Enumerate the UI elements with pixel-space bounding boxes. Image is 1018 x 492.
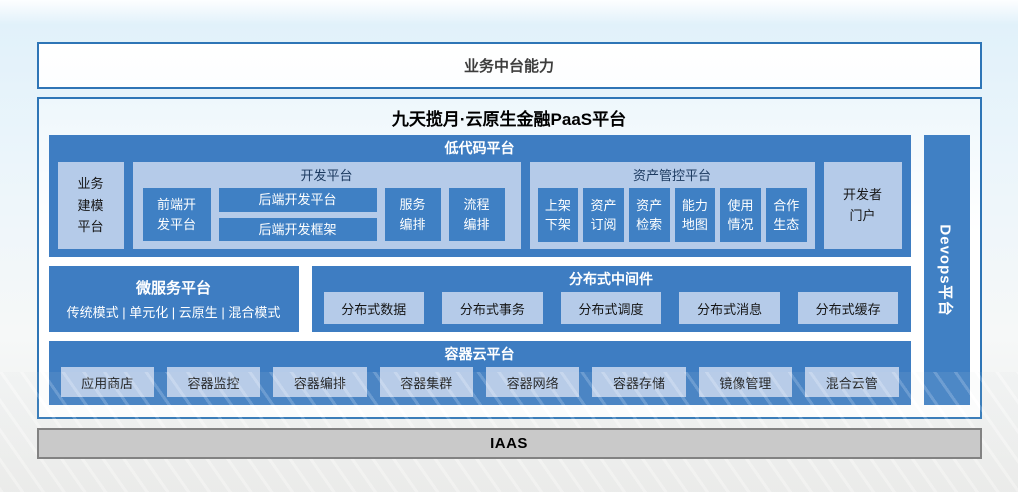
container-cloud-title: 容器云平台 [49,341,911,364]
business-middle-platform-banner: 业务中台能力 [37,42,982,89]
section-container-cloud-platform: 容器云平台 应用商店 容器监控 容器编排 容器集群 容器网络 容器存储 镜像管理… [49,341,911,405]
developer-portal-box: 开发者 门户 [824,162,902,249]
hybrid-cloud-management-box: 混合云管 [805,367,898,397]
middle-row: 微服务平台 传统模式 | 单元化 | 云原生 | 混合模式 分布式中间件 分布式… [49,266,911,332]
backend-stack: 后端开发平台 后端开发框架 [219,188,377,241]
platform-body: 低代码平台 业务 建模 平台 开发平台 前端开 发平台 后端开发平台 后端开发框… [39,135,980,417]
asset-subscription-box: 资产 订阅 [583,188,624,242]
paas-platform-container: 九天揽月·云原生金融PaaS平台 低代码平台 业务 建模 平台 开发平台 前端开… [37,97,982,419]
backend-dev-platform-box: 后端开发平台 [219,188,377,212]
distributed-data-box: 分布式数据 [324,292,425,324]
frontend-dev-platform-box: 前端开 发平台 [143,188,211,241]
capability-map-box: 能力 地图 [675,188,716,242]
microservice-modes: 传统模式 | 单元化 | 云原生 | 混合模式 [67,302,281,321]
usage-status-box: 使用 情况 [720,188,761,242]
microservice-title: 微服务平台 [136,277,211,298]
section-devops-platform: Devops平台 [924,135,970,405]
image-management-box: 镜像管理 [699,367,792,397]
business-modeling-platform-box: 业务 建模 平台 [58,162,124,249]
lowcode-row: 业务 建模 平台 开发平台 前端开 发平台 后端开发平台 后端开发框架 服务 编… [49,158,911,257]
backend-dev-framework-box: 后端开发框架 [219,218,377,242]
container-cluster-box: 容器集群 [380,367,473,397]
distributed-message-box: 分布式消息 [679,292,780,324]
asset-search-box: 资产 检索 [629,188,670,242]
asset-platform-row: 上架 下架 资产 订阅 资产 检索 能力 地图 使用 情况 合作 生态 [530,184,815,249]
platform-title: 九天揽月·云原生金融PaaS平台 [39,99,980,135]
banner-label: 业务中台能力 [464,55,554,76]
middleware-title: 分布式中间件 [312,266,911,289]
container-cloud-row: 应用商店 容器监控 容器编排 容器集群 容器网络 容器存储 镜像管理 混合云管 [49,364,911,405]
container-network-box: 容器网络 [486,367,579,397]
container-orchestration-box: 容器编排 [273,367,366,397]
dev-platform-title: 开发平台 [133,162,521,184]
process-orchestration-box: 流程 编排 [449,188,505,241]
lowcode-title: 低代码平台 [49,135,911,158]
container-monitoring-box: 容器监控 [167,367,260,397]
dev-platform-panel: 开发平台 前端开 发平台 后端开发平台 后端开发框架 服务 编排 流程 编排 [133,162,521,249]
iaas-bar: IAAS [37,428,982,459]
container-storage-box: 容器存储 [592,367,685,397]
asset-platform-title: 资产管控平台 [530,162,815,184]
service-orchestration-box: 服务 编排 [385,188,441,241]
app-store-box: 应用商店 [61,367,154,397]
architecture-diagram: 业务中台能力 九天揽月·云原生金融PaaS平台 低代码平台 业务 建模 平台 开… [0,0,1018,492]
asset-onboard-offboard-box: 上架 下架 [538,188,579,242]
distributed-scheduling-box: 分布式调度 [561,292,662,324]
platform-content-column: 低代码平台 业务 建模 平台 开发平台 前端开 发平台 后端开发平台 后端开发框… [49,135,911,405]
section-distributed-middleware: 分布式中间件 分布式数据 分布式事务 分布式调度 分布式消息 分布式缓存 [312,266,911,332]
asset-control-platform-panel: 资产管控平台 上架 下架 资产 订阅 资产 检索 能力 地图 使用 情况 合作 … [530,162,815,249]
distributed-transaction-box: 分布式事务 [442,292,543,324]
dev-platform-row: 前端开 发平台 后端开发平台 后端开发框架 服务 编排 流程 编排 [133,184,521,249]
section-microservice-platform: 微服务平台 传统模式 | 单元化 | 云原生 | 混合模式 [49,266,299,332]
distributed-cache-box: 分布式缓存 [798,292,899,324]
cooperation-ecosystem-box: 合作 生态 [766,188,807,242]
middleware-row: 分布式数据 分布式事务 分布式调度 分布式消息 分布式缓存 [312,289,911,332]
devops-label: Devops平台 [936,224,957,316]
section-lowcode-platform: 低代码平台 业务 建模 平台 开发平台 前端开 发平台 后端开发平台 后端开发框… [49,135,911,257]
iaas-label: IAAS [490,435,528,452]
